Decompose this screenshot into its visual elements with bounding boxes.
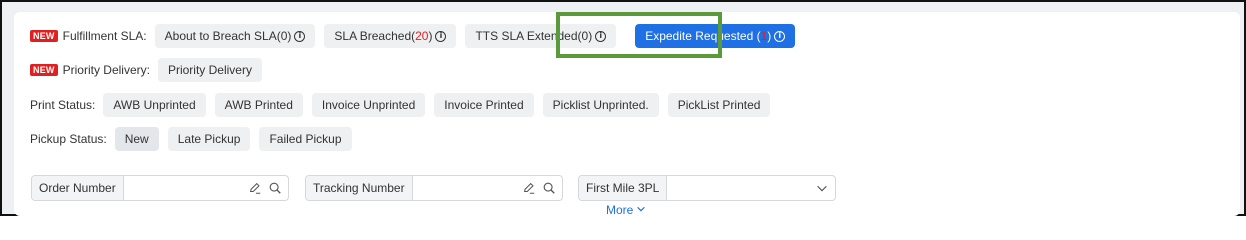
pickup-new-chip[interactable]: New — [114, 127, 159, 151]
tracking-number-input[interactable] — [412, 176, 522, 200]
order-number-label: Order Number — [32, 176, 124, 200]
chevron-down-icon — [636, 203, 646, 217]
print-status-label: Print Status: — [30, 98, 96, 112]
order-number-filter: Order Number — [31, 175, 289, 201]
chevron-down-icon[interactable] — [815, 181, 829, 195]
search-icon[interactable] — [542, 181, 556, 195]
first-mile-3pl-select[interactable] — [667, 176, 815, 200]
fulfillment-sla-row: NEW Fulfillment SLA: About to Breach SLA… — [30, 24, 804, 48]
first-mile-3pl-filter[interactable]: First Mile 3PL — [578, 175, 836, 201]
print-status-row: Print Status: AWB Unprinted AWB Printed … — [30, 93, 779, 117]
more-toggle[interactable]: More — [606, 203, 646, 217]
info-icon[interactable]: i — [774, 30, 786, 42]
expedite-requested-chip[interactable]: Expedite Requested (1) i — [635, 24, 796, 48]
tracking-number-label: Tracking Number — [306, 176, 413, 200]
info-icon[interactable]: i — [294, 30, 306, 42]
tts-sla-extended-chip[interactable]: TTS SLA Extended(0) i — [465, 24, 617, 48]
invoice-unprinted-chip[interactable]: Invoice Unprinted — [311, 93, 426, 117]
awb-unprinted-chip[interactable]: AWB Unprinted — [103, 93, 206, 117]
pickup-status-row: Pickup Status: New Late Pickup Failed Pi… — [30, 127, 361, 151]
expedite-requested-suffix: ) — [767, 29, 772, 43]
priority-delivery-row: NEW Priority Delivery: Priority Delivery — [30, 58, 271, 82]
search-icon[interactable] — [268, 181, 282, 195]
picklist-unprinted-chip[interactable]: Picklist Unprinted. — [542, 93, 659, 117]
about-to-breach-chip[interactable]: About to Breach SLA(0) i — [154, 24, 316, 48]
info-icon[interactable]: i — [595, 30, 607, 42]
order-number-input[interactable] — [123, 176, 248, 200]
sla-breached-count: 20 — [415, 29, 429, 43]
more-label: More — [606, 203, 634, 217]
filter-panel: NEW Fulfillment SLA: About to Breach SLA… — [14, 12, 1240, 217]
fulfillment-sla-label: Fulfillment SLA: — [62, 29, 147, 43]
edit-pen-icon[interactable] — [248, 181, 262, 195]
picklist-printed-chip[interactable]: PickList Printed — [667, 93, 771, 117]
expedite-requested-prefix: Expedite Requested ( — [645, 29, 761, 43]
expedite-requested-count: 1 — [760, 29, 768, 43]
info-icon[interactable]: i — [435, 30, 447, 42]
sla-breached-prefix: SLA Breached( — [334, 29, 416, 43]
new-badge: NEW — [30, 30, 58, 42]
awb-printed-chip[interactable]: AWB Printed — [214, 93, 303, 117]
edit-pen-icon[interactable] — [522, 181, 536, 195]
priority-delivery-label: Priority Delivery: — [62, 63, 150, 77]
window-frame: NEW Fulfillment SLA: About to Breach SLA… — [0, 0, 1246, 217]
priority-delivery-chip[interactable]: Priority Delivery — [157, 58, 262, 82]
invoice-printed-chip[interactable]: Invoice Printed — [434, 93, 534, 117]
sla-breached-suffix: ) — [428, 29, 433, 43]
tts-sla-extended-label: TTS SLA Extended(0) — [475, 29, 593, 43]
tracking-number-filter: Tracking Number — [305, 175, 563, 201]
about-to-breach-label: About to Breach SLA(0) — [164, 29, 292, 43]
failed-pickup-chip[interactable]: Failed Pickup — [259, 127, 352, 151]
first-mile-3pl-label: First Mile 3PL — [579, 176, 668, 200]
new-badge: NEW — [30, 64, 58, 76]
pickup-status-label: Pickup Status: — [30, 132, 107, 146]
sla-breached-chip[interactable]: SLA Breached(20) i — [324, 24, 457, 48]
late-pickup-chip[interactable]: Late Pickup — [167, 127, 251, 151]
